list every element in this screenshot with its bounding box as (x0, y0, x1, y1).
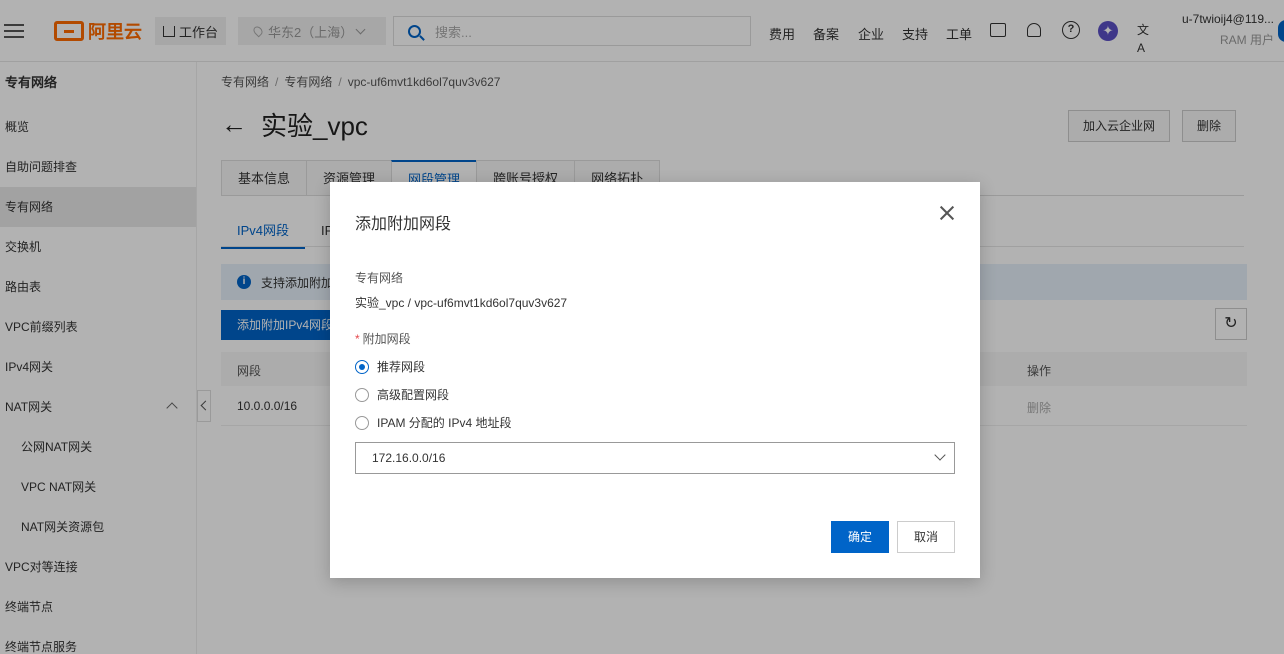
cidr-select[interactable]: 172.16.0.0/16 (355, 442, 955, 474)
cidr-field-label: * 附加网段 (355, 330, 411, 347)
required-mark: * (355, 332, 360, 346)
radio-label: 高级配置网段 (377, 388, 450, 402)
cidr-label-text: 附加网段 (362, 332, 411, 346)
radio-label: 推荐网段 (377, 360, 426, 374)
radio-advanced[interactable]: 高级配置网段 (355, 386, 449, 403)
radio-label: IPAM 分配的 IPv4 地址段 (377, 416, 512, 430)
vpc-label: 专有网络 (355, 271, 404, 285)
add-cidr-dialog: 添加附加网段 专有网络 实验_vpc / vpc-uf6mvt1kd6ol7qu… (330, 182, 980, 578)
radio-ipam[interactable]: IPAM 分配的 IPv4 地址段 (355, 414, 511, 431)
radio-button[interactable] (355, 359, 369, 374)
radio-button[interactable] (355, 415, 369, 430)
radio-recommended[interactable]: 推荐网段 (355, 358, 425, 375)
close-icon[interactable] (938, 204, 956, 222)
cidr-select-value: 172.16.0.0/16 (372, 451, 446, 465)
cancel-button[interactable]: 取消 (897, 521, 955, 553)
vpc-value: 实验_vpc / vpc-uf6mvt1kd6ol7quv3v627 (355, 296, 568, 310)
radio-button[interactable] (355, 387, 369, 402)
dialog-title: 添加附加网段 (355, 216, 452, 233)
chevron-down-icon (934, 449, 946, 461)
confirm-button[interactable]: 确定 (831, 521, 889, 553)
